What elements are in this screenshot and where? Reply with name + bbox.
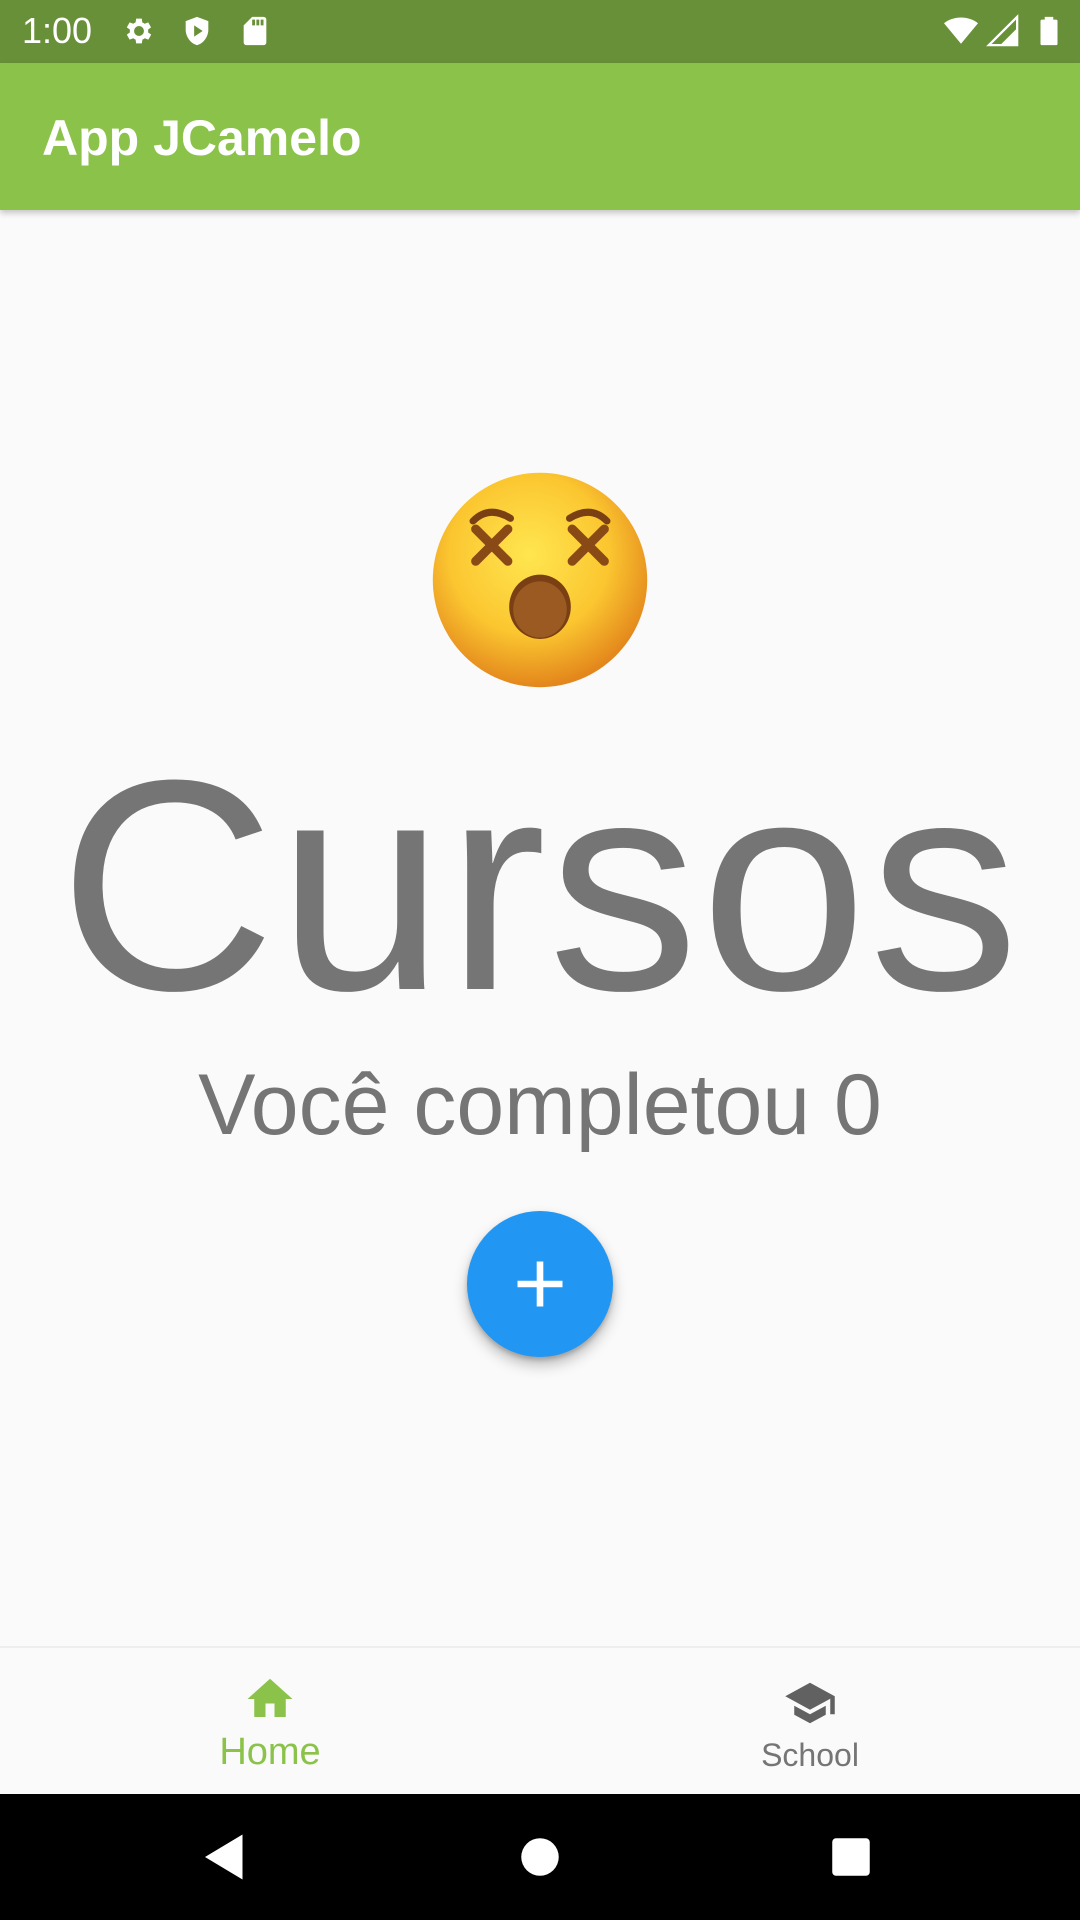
battery-icon <box>1032 14 1066 48</box>
back-icon[interactable] <box>195 1827 255 1887</box>
nav-label-school: School <box>761 1737 859 1773</box>
app-screen: 1:00 App JCamelo Cursos Você completou 0… <box>0 0 1080 1920</box>
sd-card-icon <box>238 14 272 48</box>
page-heading: Cursos <box>58 717 1022 1053</box>
home-icon <box>243 1672 297 1726</box>
add-button[interactable] <box>467 1211 613 1357</box>
system-navigation-bar <box>0 1794 1080 1920</box>
cell-signal-icon <box>986 14 1020 48</box>
shield-play-icon <box>180 14 214 48</box>
nav-item-school[interactable]: School <box>540 1648 1080 1796</box>
status-time: 1:00 <box>22 10 93 51</box>
bottom-navigation: Home School <box>0 1646 1080 1796</box>
settings-icon <box>122 14 156 48</box>
app-title: App JCamelo <box>42 110 362 166</box>
completed-count-text: Você completou 0 <box>198 1057 882 1153</box>
status-bar: 1:00 <box>0 0 1080 63</box>
school-icon <box>783 1676 837 1730</box>
nav-label-home: Home <box>219 1731 321 1773</box>
dizzy-face-emoji <box>406 446 674 714</box>
recents-icon[interactable] <box>821 1827 881 1887</box>
nav-item-home[interactable]: Home <box>0 1648 540 1796</box>
wifi-icon <box>944 14 978 48</box>
home-circle-icon[interactable] <box>510 1827 570 1887</box>
app-bar: App JCamelo <box>0 63 1080 210</box>
plus-icon <box>517 1261 563 1307</box>
